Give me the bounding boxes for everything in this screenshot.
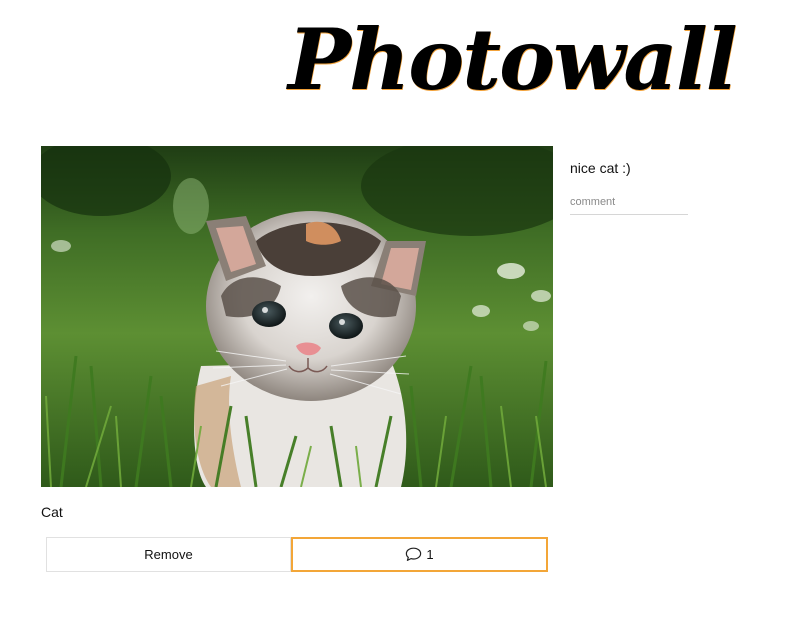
comments-panel: nice cat :) [570, 158, 688, 215]
post-caption: Cat [41, 504, 63, 520]
post-photo [41, 146, 553, 487]
comment-count: 1 [426, 547, 434, 562]
app-logo: Photowall [288, 10, 738, 109]
comment-item: nice cat :) [570, 160, 631, 176]
post-actions: Remove 1 [46, 537, 548, 572]
photowall-page: Photowall Cat Remove 1 nice cat:) comme… [0, 0, 800, 629]
speech-bubble-icon [405, 547, 422, 562]
comment-input[interactable] [570, 194, 688, 215]
comments-button[interactable]: 1 [291, 537, 548, 572]
remove-button[interactable]: Remove [46, 537, 291, 572]
